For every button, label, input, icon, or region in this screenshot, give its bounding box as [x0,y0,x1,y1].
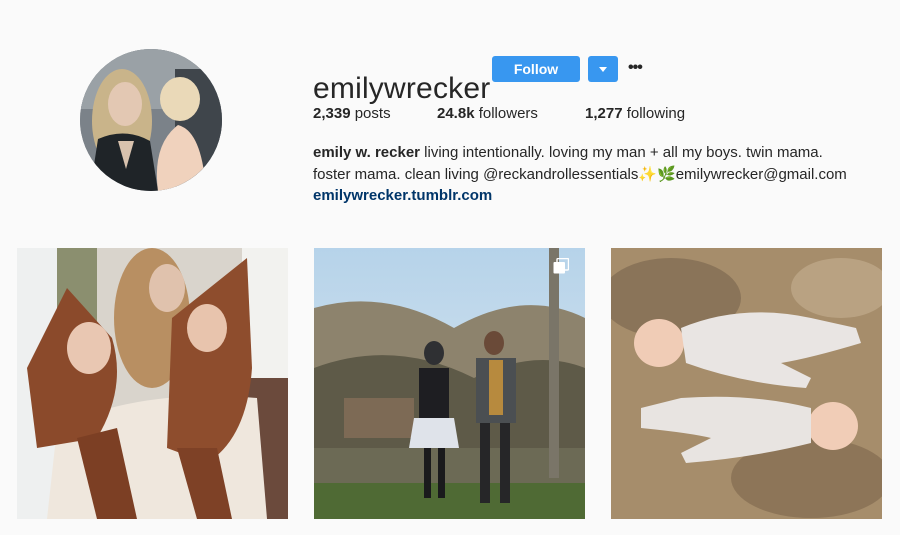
bio-text-1: living intentionally. loving my man + al… [420,144,823,161]
post-thumbnail[interactable] [17,248,288,519]
posts-count: 2,339 [313,105,351,122]
posts-label: posts [350,105,391,122]
post-image [17,248,288,519]
post-thumbnail[interactable] [314,248,585,519]
profile-full-name: emily w. recker [313,144,421,161]
following-stat[interactable]: 1,277 following [585,104,685,124]
posts-stat: 2,339 posts [313,104,391,124]
follow-button[interactable]: Follow [492,56,580,82]
followers-stat[interactable]: 24.8k followers [437,104,538,124]
chevron-down-icon [599,67,607,72]
follow-options-button[interactable] [588,56,618,82]
followers-count: 24.8k [437,105,475,122]
profile-avatar[interactable] [80,49,222,191]
bio-line-2: foster mama. clean living @reckandrolles… [313,165,847,183]
following-count: 1,277 [585,105,623,122]
bio-line-1: emily w. recker living intentionally. lo… [313,142,883,164]
avatar-image [80,49,222,191]
profile-username: emilywrecker [313,72,491,106]
post-image [611,248,882,519]
more-options-icon[interactable]: ••• [628,58,644,78]
profile-website-link[interactable]: emilywrecker.tumblr.com [313,185,883,207]
profile-page: emilywrecker Follow ••• 2,339 posts 24.8… [0,0,900,535]
post-image [314,248,585,519]
multiple-photos-icon [553,258,569,274]
following-label: following [622,105,686,122]
profile-bio: emily w. recker living intentionally. lo… [313,142,883,207]
followers-label: followers [474,105,538,122]
post-thumbnail[interactable] [611,248,882,519]
